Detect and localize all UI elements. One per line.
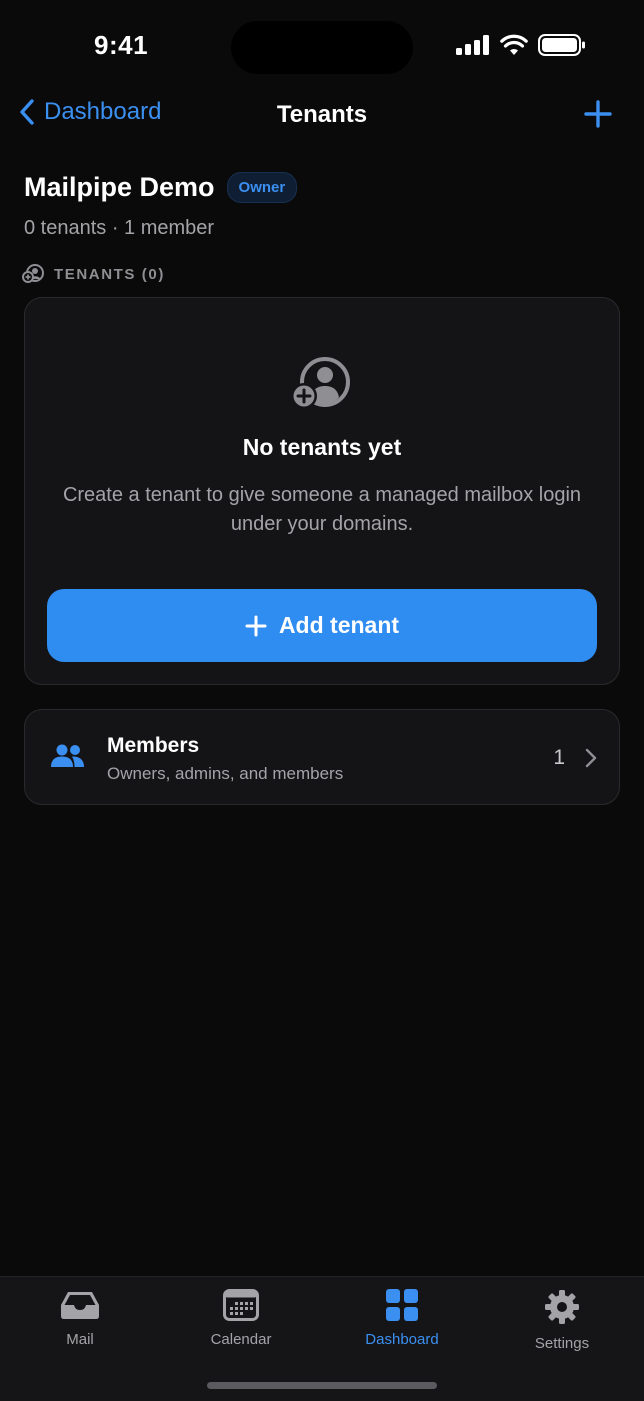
- tab-settings-label: Settings: [534, 1335, 590, 1352]
- tenants-section-icon: [22, 264, 44, 283]
- empty-state-title: No tenants yet: [242, 434, 402, 460]
- status-icons: [456, 34, 586, 56]
- add-tenant-button[interactable]: Add tenant: [47, 589, 597, 662]
- person-add-icon: [291, 357, 350, 409]
- inbox-tray-icon: [61, 1292, 99, 1319]
- tab-dashboard[interactable]: Dashboard: [342, 1289, 462, 1348]
- tab-bar: Mail Calendar Dashboard Settings: [0, 1276, 644, 1401]
- grid-icon: [386, 1289, 418, 1321]
- members-row[interactable]: Members Owners, admins, and members 1: [24, 709, 620, 805]
- page-title: Tenants: [276, 101, 368, 128]
- chevron-right-icon: [585, 748, 597, 768]
- org-header: Mailpipe Demo Owner 0 tenants · 1 member: [24, 172, 298, 240]
- wifi-icon: [500, 34, 528, 55]
- members-count: 1: [553, 746, 565, 769]
- home-indicator: [207, 1382, 437, 1389]
- add-tenant-plus-button[interactable]: [584, 100, 612, 128]
- tab-calendar-label: Calendar: [210, 1331, 272, 1348]
- tab-mail-label: Mail: [66, 1331, 94, 1348]
- battery-icon: [538, 34, 585, 56]
- tab-settings[interactable]: Settings: [502, 1289, 622, 1352]
- empty-state-card: No tenants yet Create a tenant to give s…: [24, 297, 620, 685]
- gear-icon: [545, 1290, 579, 1324]
- add-tenant-button-label: Add tenant: [278, 612, 400, 638]
- empty-state-description: Create a tenant to give someone a manage…: [62, 484, 582, 535]
- tab-dashboard-label: Dashboard: [365, 1331, 439, 1348]
- navigation-bar: Dashboard Tenants: [0, 88, 644, 144]
- org-name: Mailpipe Demo: [24, 172, 215, 202]
- dynamic-island: [231, 21, 413, 74]
- members-title: Members: [107, 734, 200, 757]
- org-summary: 0 tenants · 1 member: [24, 217, 215, 239]
- calendar-icon: [223, 1289, 259, 1321]
- members-subtitle: Owners, admins, and members: [107, 764, 344, 783]
- tab-mail[interactable]: Mail: [20, 1289, 140, 1348]
- status-time: 9:41: [94, 30, 149, 60]
- tab-calendar[interactable]: Calendar: [181, 1289, 301, 1348]
- people-icon: [51, 744, 84, 767]
- tenants-section-header: TENANTS (0): [22, 264, 165, 284]
- status-bar: 9:41: [0, 0, 644, 96]
- role-badge: Owner: [226, 172, 298, 203]
- tenants-section-label: TENANTS (0): [54, 265, 165, 283]
- cellular-signal-icon: [456, 35, 489, 55]
- plus-icon: [245, 615, 267, 636]
